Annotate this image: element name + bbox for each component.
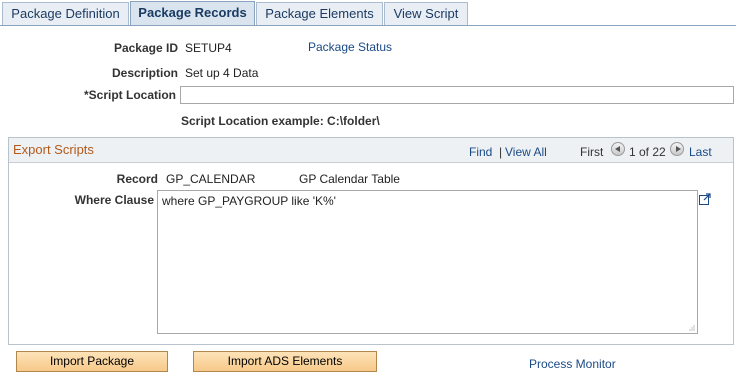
record-value: GP_CALENDAR [166,172,256,186]
previous-icon[interactable] [611,142,625,156]
find-link[interactable]: Find [469,145,492,159]
process-monitor-link[interactable]: Process Monitor [529,357,616,371]
row-range: 1 of 22 [629,145,666,159]
first-label: First [580,145,604,159]
tab-view-script[interactable]: View Script [384,2,468,25]
record-label: Record [116,172,158,186]
resize-grip-icon[interactable] [689,325,695,331]
package-id-value: SETUP4 [185,41,232,55]
view-all-link[interactable]: View All [505,145,547,159]
expand-icon[interactable] [698,192,712,206]
tab-divider [0,25,736,26]
record-description: GP Calendar Table [299,172,400,186]
description-label: Description [111,66,178,80]
nav-separator: | [499,145,503,159]
script-location-example: Script Location example: C:\folder\ [181,114,380,128]
description-value: Set up 4 Data [185,66,259,80]
tab-package-elements[interactable]: Package Elements [256,2,383,25]
last-link[interactable]: Last [689,145,712,159]
import-ads-elements-button[interactable]: Import ADS Elements [193,351,377,372]
tab-package-records[interactable]: Package Records [130,1,255,26]
export-scripts-header: Export Scripts Find | View All First 1 o… [9,138,733,163]
where-clause-textarea[interactable]: where GP_PAYGROUP like 'K%' [157,190,698,334]
next-icon[interactable] [670,142,684,156]
tab-bar: Package Definition Package Records Packa… [0,0,736,26]
package-id-label: Package ID [113,41,178,55]
script-location-label: *Script Location [83,88,176,102]
import-package-button[interactable]: Import Package [16,351,168,372]
where-clause-label: Where Clause [74,193,154,207]
where-clause-text: where GP_PAYGROUP like 'K%' [162,194,336,208]
script-location-input[interactable] [180,86,734,104]
export-scripts-title: Export Scripts [13,142,94,157]
tab-package-definition[interactable]: Package Definition [2,2,129,25]
package-status-link[interactable]: Package Status [308,40,392,54]
